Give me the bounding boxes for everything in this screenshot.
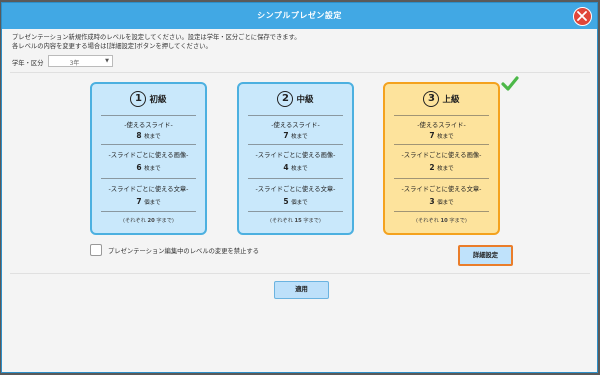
level-name: 初級: [149, 95, 167, 105]
lock-level-checkbox[interactable]: [90, 244, 102, 256]
level-heading: 3 上級: [385, 91, 498, 113]
close-icon: [577, 11, 587, 21]
grade-label: 学年・区分: [12, 60, 44, 67]
detail-settings-button[interactable]: 詳細設定: [458, 245, 513, 266]
divider: [10, 72, 590, 73]
texts-limit: 3 個まで: [429, 197, 454, 206]
separator: [101, 178, 196, 179]
separator: [248, 211, 343, 212]
level-number-badge: 2: [277, 91, 294, 107]
char-limit-note: (それぞれ 20 字まで): [123, 218, 174, 224]
level-card-advanced[interactable]: 3 上級 -使えるスライド- 7 枚まで -スライドごとに使える画像- 2 枚まで…: [383, 82, 500, 235]
description-line-2: 各レベルの内容を変更する場合は[詳細設定]ボタンを押してください。: [12, 43, 212, 50]
images-label: -スライドごとに使える画像-: [108, 152, 189, 159]
close-button[interactable]: [573, 7, 592, 26]
texts-limit: 7 個まで: [136, 197, 161, 206]
title-bar: シンプルプレゼン設定: [2, 3, 597, 29]
images-label: -スライドごとに使える画像-: [255, 152, 336, 159]
char-limit-note: (それぞれ 15 字まで): [270, 218, 321, 224]
separator: [248, 178, 343, 179]
separator: [101, 211, 196, 212]
grade-select[interactable]: 3年 ▼: [48, 55, 113, 67]
slides-limit: 8 枚まで: [136, 131, 161, 140]
dialog-title: シンプルプレゼン設定: [257, 11, 342, 20]
slides-label: -使えるスライド-: [271, 122, 320, 129]
divider: [10, 273, 590, 274]
description-line-1: プレゼンテーション新規作成時のレベルを設定してください。設定は学年・区分ごとに保…: [12, 34, 301, 41]
images-limit: 4 枚まで: [283, 163, 308, 172]
slides-label: -使えるスライド-: [417, 122, 466, 129]
texts-limit: 5 個まで: [283, 197, 308, 206]
slides-limit: 7 枚まで: [283, 131, 308, 140]
separator: [248, 144, 343, 145]
level-number-badge: 3: [423, 91, 440, 107]
simple-presentation-dialog: シンプルプレゼン設定 プレゼンテーション新規作成時のレベルを設定してください。設…: [1, 2, 598, 373]
grade-select-value: 3年: [69, 60, 80, 67]
images-label: -スライドごとに使える画像-: [401, 152, 482, 159]
separator: [394, 178, 489, 179]
level-name: 中級: [296, 95, 314, 105]
chevron-down-icon: ▼: [105, 58, 109, 64]
texts-label: -スライドごとに使える文章-: [255, 186, 336, 193]
slides-limit: 7 枚まで: [429, 131, 454, 140]
level-card-beginner[interactable]: 1 初級 -使えるスライド- 8 枚まで -スライドごとに使える画像- 6 枚まで…: [90, 82, 207, 235]
texts-label: -スライドごとに使える文章-: [108, 186, 189, 193]
images-limit: 2 枚まで: [429, 163, 454, 172]
level-name: 上級: [442, 95, 460, 105]
level-heading: 1 初級: [92, 91, 205, 113]
separator: [101, 144, 196, 145]
checkmark-icon: [501, 76, 519, 91]
images-limit: 6 枚まで: [136, 163, 161, 172]
char-limit-note: (それぞれ 10 字まで): [416, 218, 467, 224]
separator: [394, 211, 489, 212]
lock-level-label: プレゼンテーション編集中のレベルの変更を禁止する: [108, 248, 259, 255]
separator: [101, 115, 196, 116]
separator: [394, 115, 489, 116]
separator: [248, 115, 343, 116]
texts-label: -スライドごとに使える文章-: [401, 186, 482, 193]
apply-button[interactable]: 適用: [274, 281, 329, 299]
level-card-intermediate[interactable]: 2 中級 -使えるスライド- 7 枚まで -スライドごとに使える画像- 4 枚まで…: [237, 82, 354, 235]
level-number-badge: 1: [130, 91, 147, 107]
separator: [394, 144, 489, 145]
level-heading: 2 中級: [239, 91, 352, 113]
slides-label: -使えるスライド-: [124, 122, 173, 129]
